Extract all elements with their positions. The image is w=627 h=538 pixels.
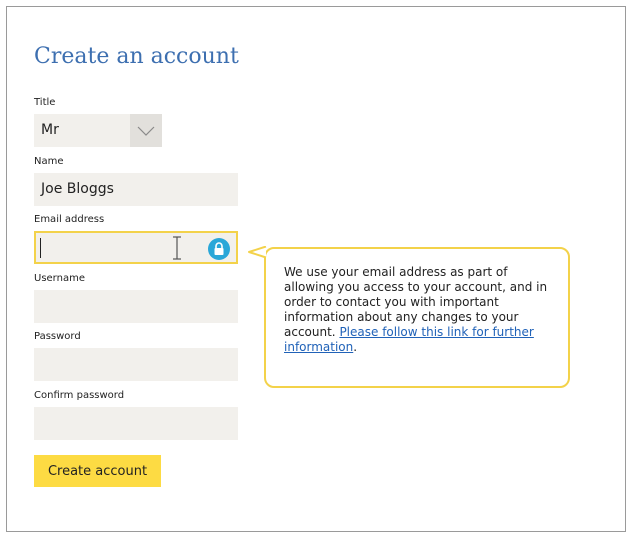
- password-input[interactable]: [34, 348, 238, 381]
- password-label: Password: [34, 331, 81, 342]
- name-input[interactable]: Joe Bloggs: [34, 173, 238, 206]
- username-label: Username: [34, 273, 85, 284]
- title-select-toggle[interactable]: [130, 114, 162, 147]
- title-select-value: Mr: [41, 122, 59, 138]
- confirm-password-label: Confirm password: [34, 390, 125, 401]
- password-manager-button[interactable]: [208, 238, 230, 260]
- confirm-password-input[interactable]: [34, 407, 238, 440]
- text-cursor-icon: [173, 236, 181, 260]
- title-select[interactable]: Mr: [34, 114, 162, 147]
- email-input[interactable]: [34, 231, 238, 264]
- name-input-value: Joe Bloggs: [41, 181, 114, 197]
- chevron-down-icon: [137, 126, 155, 136]
- email-info-tooltip: We use your email address as part of all…: [264, 247, 570, 388]
- lock-icon: [214, 242, 224, 255]
- tooltip-text: We use your email address as part of all…: [284, 265, 560, 355]
- page-title: Create an account: [34, 44, 239, 69]
- tooltip-trailing: .: [353, 340, 358, 354]
- create-account-button[interactable]: Create account: [34, 455, 161, 487]
- tooltip-pointer: [248, 246, 267, 259]
- text-caret: [40, 238, 41, 258]
- title-label: Title: [34, 97, 56, 108]
- email-label: Email address: [34, 214, 105, 225]
- name-label: Name: [34, 156, 64, 167]
- username-input[interactable]: [34, 290, 238, 323]
